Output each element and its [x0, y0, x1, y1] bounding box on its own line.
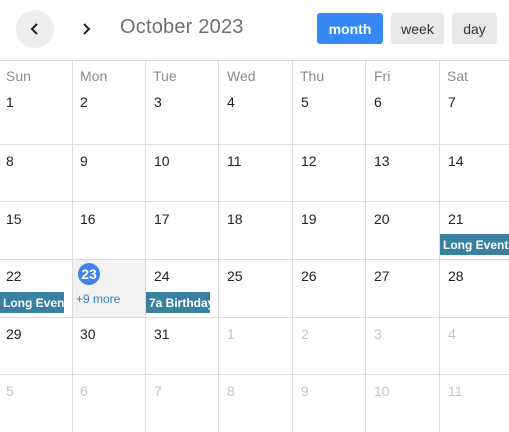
day-number-other-month[interactable]: 1: [227, 326, 235, 342]
day-number[interactable]: 2: [80, 94, 88, 110]
day-number[interactable]: 3: [154, 94, 162, 110]
day-number[interactable]: 14: [448, 153, 464, 169]
grid-line: [0, 201, 509, 202]
event-birthday[interactable]: 7a Birthday: [146, 292, 210, 313]
week-view-button[interactable]: week: [391, 13, 444, 44]
grid-line: [292, 60, 293, 432]
weekday-header: Sun: [6, 68, 31, 84]
day-number[interactable]: 31: [154, 326, 170, 342]
grid-line: [365, 60, 366, 432]
day-number-other-month[interactable]: 7: [154, 383, 162, 399]
more-events-link[interactable]: +9 more: [76, 292, 120, 306]
next-month-button[interactable]: [67, 10, 105, 48]
chevron-left-icon: [30, 23, 38, 35]
day-number[interactable]: 28: [448, 268, 464, 284]
month-grid: Sun Mon Tue Wed Thu Fri Sat 1 2 3 4 5 6 …: [0, 60, 509, 432]
day-view-button[interactable]: day: [452, 13, 497, 44]
grid-line: [0, 317, 509, 318]
day-number[interactable]: 29: [6, 326, 22, 342]
day-number[interactable]: 21: [448, 211, 464, 227]
chevron-right-icon: [83, 23, 91, 35]
grid-line: [0, 259, 509, 260]
event-long-event[interactable]: Long Event: [440, 234, 509, 255]
grid-line: [218, 60, 219, 432]
day-number-other-month[interactable]: 9: [301, 383, 309, 399]
weekday-header: Sat: [447, 68, 469, 84]
day-number[interactable]: 17: [154, 211, 170, 227]
day-number[interactable]: 22: [6, 268, 22, 284]
day-number[interactable]: 10: [154, 153, 170, 169]
calendar-title: October 2023: [120, 16, 244, 38]
day-number-other-month[interactable]: 11: [448, 383, 463, 399]
day-number-other-month[interactable]: 6: [80, 383, 88, 399]
day-number[interactable]: 4: [227, 94, 235, 110]
day-number-other-month[interactable]: 4: [448, 326, 456, 342]
day-number[interactable]: 25: [227, 268, 243, 284]
day-number-other-month[interactable]: 8: [227, 383, 235, 399]
day-number[interactable]: 20: [374, 211, 390, 227]
calendar-toolbar: October 2023 month week day: [0, 0, 509, 60]
day-number[interactable]: 1: [6, 94, 14, 110]
weekday-header: Thu: [300, 68, 325, 84]
day-number[interactable]: 18: [227, 211, 243, 227]
weekday-header: Mon: [80, 68, 108, 84]
grid-line: [72, 60, 73, 432]
day-number[interactable]: 30: [80, 326, 96, 342]
day-number-other-month[interactable]: 5: [6, 383, 14, 399]
day-number[interactable]: 9: [80, 153, 88, 169]
weekday-header: Wed: [227, 68, 256, 84]
grid-line: [0, 60, 509, 61]
day-number[interactable]: 11: [227, 153, 242, 169]
grid-line: [0, 374, 509, 375]
weekday-header: Fri: [374, 68, 391, 84]
grid-line: [0, 144, 509, 145]
grid-line: [145, 60, 146, 432]
day-number[interactable]: 7: [448, 94, 456, 110]
day-number[interactable]: 8: [6, 153, 14, 169]
day-number[interactable]: 5: [301, 94, 309, 110]
day-number[interactable]: 19: [301, 211, 317, 227]
day-number[interactable]: 6: [374, 94, 382, 110]
day-number[interactable]: 12: [301, 153, 317, 169]
today-day-number[interactable]: 23: [78, 263, 100, 285]
day-number-other-month[interactable]: 2: [301, 326, 309, 342]
day-number[interactable]: 24: [154, 268, 170, 284]
day-number[interactable]: 15: [6, 211, 22, 227]
weekday-header: Tue: [153, 68, 177, 84]
prev-month-button[interactable]: [16, 10, 54, 48]
month-view-button[interactable]: month: [317, 13, 383, 44]
day-number[interactable]: 26: [301, 268, 317, 284]
day-number[interactable]: 16: [80, 211, 96, 227]
day-number[interactable]: 27: [374, 268, 390, 284]
day-number-other-month[interactable]: 10: [374, 383, 390, 399]
day-number[interactable]: 13: [374, 153, 390, 169]
event-long-event[interactable]: Long Event: [0, 292, 64, 313]
day-number-other-month[interactable]: 3: [374, 326, 382, 342]
